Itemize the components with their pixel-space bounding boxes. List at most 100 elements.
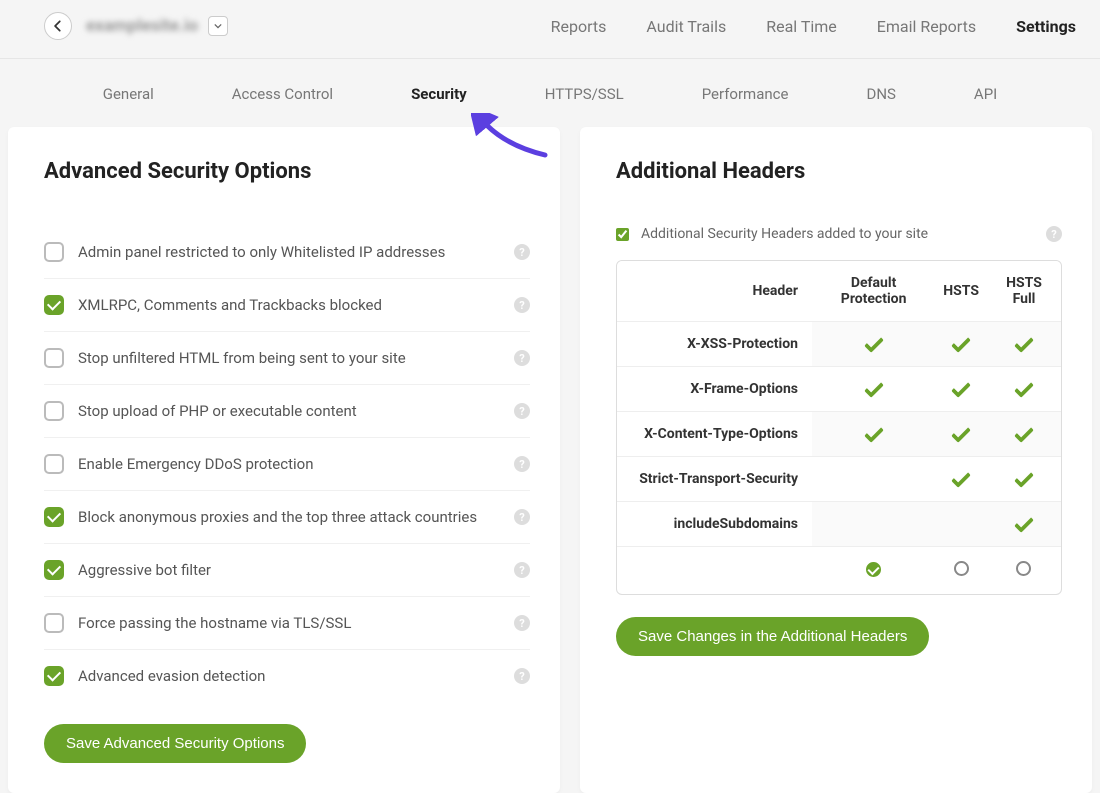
help-icon[interactable]: ? bbox=[514, 244, 530, 260]
security-option-row: Aggressive bot filter? bbox=[44, 543, 530, 596]
protection-level-radio[interactable] bbox=[954, 561, 969, 576]
chevron-down-icon bbox=[214, 22, 222, 30]
help-icon[interactable]: ? bbox=[514, 562, 530, 578]
check-icon bbox=[951, 333, 971, 353]
option-checkbox[interactable] bbox=[44, 242, 64, 262]
header-value-cell bbox=[812, 457, 935, 502]
table-header: Default Protection bbox=[812, 261, 935, 322]
header-name-cell: X-XSS-Protection bbox=[617, 322, 812, 367]
help-icon[interactable]: ? bbox=[1046, 226, 1062, 242]
tab-security[interactable]: Security bbox=[411, 85, 467, 103]
header-value-cell bbox=[935, 367, 987, 412]
header-name-cell: Strict-Transport-Security bbox=[617, 457, 812, 502]
help-icon[interactable]: ? bbox=[514, 403, 530, 419]
header-value-cell bbox=[812, 322, 935, 367]
save-additional-headers-button[interactable]: Save Changes in the Additional Headers bbox=[616, 617, 929, 656]
panel-title: Additional Headers bbox=[616, 159, 1062, 184]
header-value-cell bbox=[812, 502, 935, 547]
header-value-cell bbox=[987, 412, 1061, 457]
table-header: HSTS bbox=[935, 261, 987, 322]
header-value-cell bbox=[935, 457, 987, 502]
check-icon bbox=[1014, 513, 1034, 533]
settings-subnav: General Access Control Security HTTPS/SS… bbox=[0, 59, 1100, 127]
tab-general[interactable]: General bbox=[103, 85, 154, 103]
header-value-cell bbox=[987, 502, 1061, 547]
check-icon bbox=[1014, 423, 1034, 443]
protection-level-radio[interactable] bbox=[866, 562, 881, 577]
header-name-cell: X-Content-Type-Options bbox=[617, 412, 812, 457]
save-advanced-security-button[interactable]: Save Advanced Security Options bbox=[44, 724, 306, 763]
nav-settings[interactable]: Settings bbox=[1016, 17, 1076, 36]
security-option-row: Stop unfiltered HTML from being sent to … bbox=[44, 331, 530, 384]
security-option-row: XMLRPC, Comments and Trackbacks blocked? bbox=[44, 278, 530, 331]
additional-headers-toggle[interactable] bbox=[616, 228, 629, 241]
back-button[interactable] bbox=[44, 12, 72, 40]
option-checkbox[interactable] bbox=[44, 454, 64, 474]
option-checkbox[interactable] bbox=[44, 507, 64, 527]
top-nav: Reports Audit Trails Real Time Email Rep… bbox=[551, 17, 1076, 36]
nav-reports[interactable]: Reports bbox=[551, 17, 607, 36]
option-checkbox[interactable] bbox=[44, 295, 64, 315]
tab-dns[interactable]: DNS bbox=[866, 85, 895, 103]
protection-level-selector-row bbox=[617, 547, 1061, 595]
header-value-cell bbox=[935, 502, 987, 547]
security-option-row: Enable Emergency DDoS protection? bbox=[44, 437, 530, 490]
help-icon[interactable]: ? bbox=[514, 350, 530, 366]
nav-audit-trails[interactable]: Audit Trails bbox=[646, 17, 726, 36]
option-label: Force passing the hostname via TLS/SSL bbox=[78, 614, 514, 632]
option-label: Enable Emergency DDoS protection bbox=[78, 455, 514, 473]
additional-headers-toggle-label: Additional Security Headers added to you… bbox=[641, 226, 1046, 242]
tab-performance[interactable]: Performance bbox=[702, 85, 789, 103]
table-row: X-XSS-Protection bbox=[617, 322, 1061, 367]
site-name: examplesite.io bbox=[86, 16, 198, 36]
option-checkbox[interactable] bbox=[44, 613, 64, 633]
option-label: Stop unfiltered HTML from being sent to … bbox=[78, 349, 514, 367]
arrow-left-icon bbox=[51, 19, 65, 33]
security-option-row: Block anonymous proxies and the top thre… bbox=[44, 490, 530, 543]
tab-https-ssl[interactable]: HTTPS/SSL bbox=[545, 85, 624, 103]
headers-table: HeaderDefault ProtectionHSTSHSTS Full X-… bbox=[616, 260, 1062, 595]
help-icon[interactable]: ? bbox=[514, 297, 530, 313]
option-checkbox[interactable] bbox=[44, 560, 64, 580]
protection-level-radio[interactable] bbox=[1016, 561, 1031, 576]
header-name-cell: includeSubdomains bbox=[617, 502, 812, 547]
security-option-row: Admin panel restricted to only Whitelist… bbox=[44, 226, 530, 278]
option-checkbox[interactable] bbox=[44, 348, 64, 368]
option-label: XMLRPC, Comments and Trackbacks blocked bbox=[78, 296, 514, 314]
nav-email-reports[interactable]: Email Reports bbox=[877, 17, 976, 36]
option-label: Stop upload of PHP or executable content bbox=[78, 402, 514, 420]
check-icon bbox=[864, 333, 884, 353]
check-icon bbox=[951, 468, 971, 488]
table-row: X-Content-Type-Options bbox=[617, 412, 1061, 457]
check-icon bbox=[864, 378, 884, 398]
site-dropdown-toggle[interactable] bbox=[208, 16, 228, 36]
check-icon bbox=[951, 423, 971, 443]
panel-title: Advanced Security Options bbox=[44, 159, 530, 184]
check-icon bbox=[951, 378, 971, 398]
header-value-cell bbox=[935, 412, 987, 457]
option-checkbox[interactable] bbox=[44, 401, 64, 421]
header-value-cell bbox=[987, 367, 1061, 412]
option-label: Advanced evasion detection bbox=[78, 667, 514, 685]
additional-headers-panel: Additional Headers Additional Security H… bbox=[580, 127, 1092, 793]
header-value-cell bbox=[987, 322, 1061, 367]
check-icon bbox=[1014, 378, 1034, 398]
option-label: Aggressive bot filter bbox=[78, 561, 514, 579]
help-icon[interactable]: ? bbox=[514, 509, 530, 525]
header-value-cell bbox=[812, 367, 935, 412]
advanced-security-panel: Advanced Security Options Admin panel re… bbox=[8, 127, 560, 793]
header-value-cell bbox=[812, 412, 935, 457]
tab-access-control[interactable]: Access Control bbox=[232, 85, 333, 103]
help-icon[interactable]: ? bbox=[514, 668, 530, 684]
security-option-row: Advanced evasion detection? bbox=[44, 649, 530, 702]
help-icon[interactable]: ? bbox=[514, 615, 530, 631]
table-row: X-Frame-Options bbox=[617, 367, 1061, 412]
option-label: Admin panel restricted to only Whitelist… bbox=[78, 243, 514, 261]
check-icon bbox=[1014, 333, 1034, 353]
help-icon[interactable]: ? bbox=[514, 456, 530, 472]
option-checkbox[interactable] bbox=[44, 666, 64, 686]
nav-real-time[interactable]: Real Time bbox=[766, 17, 837, 36]
check-icon bbox=[864, 423, 884, 443]
header-value-cell bbox=[987, 457, 1061, 502]
tab-api[interactable]: API bbox=[974, 85, 997, 103]
